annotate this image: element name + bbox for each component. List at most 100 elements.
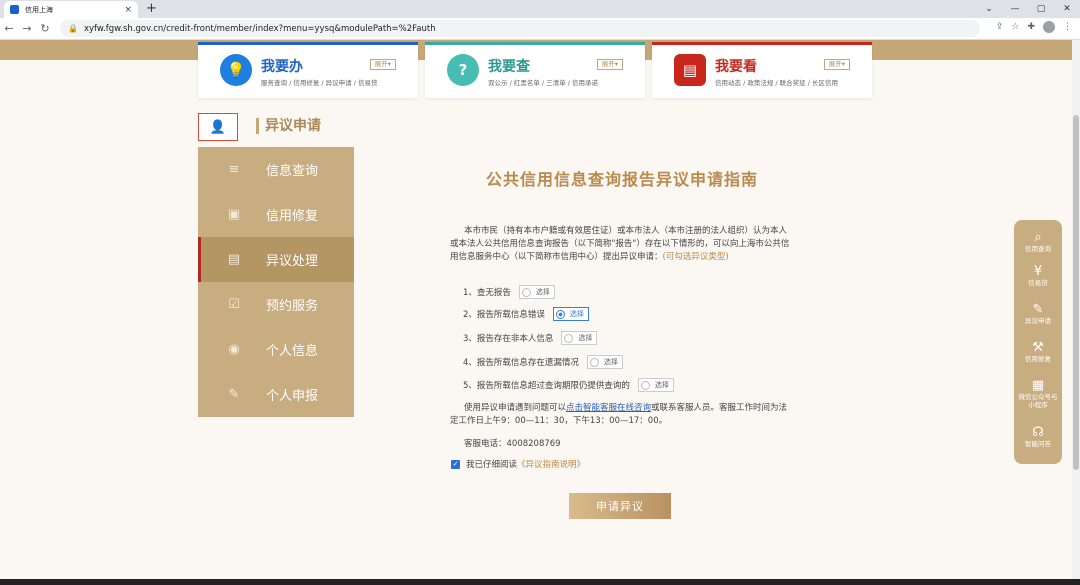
radio-icon [589,357,599,367]
card-title: 我要办 [261,59,303,75]
card-kan[interactable]: ▤ 我要看 信用动态 / 政策法规 / 联合奖惩 / 长区信用 展开▾ [652,42,872,98]
lock-icon: 🔒 [68,24,78,33]
option-3: 3、报告存在非本人信息 选择 [463,331,598,345]
card-subtitle: 服务查询 / 信用修复 / 异议申请 / 信易贷 [261,79,378,87]
float-label: 信用修复 [1025,355,1051,363]
option-select-label: 选择 [535,288,550,296]
sidebar-item-info-query[interactable]: ≡ 信息查询 [198,147,354,192]
sidebar: ≡ 信息查询 ▣ 信用修复 ▤ 异议处理 ☑ 预约服务 ◉ 个人信息 ✎ 个人申… [198,147,354,417]
option-select-label: 选择 [654,381,669,389]
scrollbar-thumb[interactable] [1073,115,1079,470]
float-label: 智能问答 [1025,440,1051,448]
card-chaxun[interactable]: ? 我要查 双公示 / 红黑名单 / 三清单 / 信用承诺 展开▾ [425,42,645,98]
option-label: 4、报告所载信息存在遗漏情况 [463,358,579,368]
maximize-button[interactable]: ▢ [1028,0,1054,18]
browser-tab[interactable]: 信用上海 × [4,1,138,18]
sidebar-item-personal-info[interactable]: ◉ 个人信息 [198,327,354,372]
profile-avatar[interactable] [1043,21,1055,33]
book-icon: ▤ [674,54,706,86]
address-bar: ← → ↻ 🔒 xyfw.fgw.sh.gov.cn/credit-front/… [0,18,1080,40]
option-2: 2、报告所载信息错误 选择 [463,307,589,321]
search-doc-icon: ⌕ [1034,230,1042,245]
option-4: 4、报告所载信息存在遗漏情况 选择 [463,355,623,369]
reload-icon[interactable]: ↻ [36,22,54,35]
option-label: 3、报告存在非本人信息 [463,334,554,344]
user-circle-icon: ◉ [228,342,240,357]
expand-button[interactable]: 展开▾ [369,59,396,70]
id-card-icon: ▣ [227,207,241,222]
minimize-button[interactable]: — [1002,0,1028,18]
qrcode-icon: ▦ [1031,378,1045,393]
url-field[interactable]: 🔒 xyfw.fgw.sh.gov.cn/credit-front/member… [60,20,980,37]
option-select[interactable]: 选择 [637,378,674,392]
float-label: 异议申请 [1025,317,1051,325]
expand-button[interactable]: 展开▾ [596,59,623,70]
online-support-link[interactable]: 点击智能客服在线咨询 [566,403,651,413]
guide-link[interactable]: 《异议指南说明》 [517,458,585,470]
float-credit-query[interactable]: ⌕ 信用查询 [1014,230,1062,253]
option-select[interactable]: 选择 [518,285,555,299]
card-title: 我要查 [488,59,530,75]
sidebar-item-label: 异议处理 [266,254,319,269]
browser-tabbar: 信用上海 × + ⌄ — ▢ ✕ [0,0,1080,18]
window-controls: ⌄ — ▢ ✕ [976,0,1080,18]
option-select-label: 选择 [578,334,593,342]
question-icon: ? [447,54,479,86]
sidebar-item-appointment[interactable]: ☑ 预约服务 [198,282,354,327]
close-tab-icon[interactable]: × [124,5,132,15]
share-icon[interactable]: ⇪ [996,22,1004,32]
back-icon[interactable]: ← [0,22,18,35]
agreement: ✓ 我已仔细阅读 《异议指南说明》 [451,458,585,470]
option-select-label: 选择 [569,310,584,318]
submit-objection-button[interactable]: 申请异议 [569,493,671,519]
agree-checkbox[interactable]: ✓ [451,459,460,469]
forward-icon[interactable]: → [18,22,36,35]
sidebar-item-label: 个人申报 [266,389,319,404]
float-label: 信用查询 [1025,245,1051,253]
page-scrollbar[interactable] [1072,40,1080,585]
agree-label: 我已仔细阅读 [466,460,518,470]
option-select[interactable]: 选择 [552,307,589,321]
sidebar-item-credit-repair[interactable]: ▣ 信用修复 [198,192,354,237]
option-label: 2、报告所载信息错误 [463,310,545,320]
card-title: 我要看 [715,59,757,75]
card-subtitle: 信用动态 / 政策法规 / 联合奖惩 / 长区信用 [715,79,838,87]
service-phone: 客服电话：4008208769 [464,439,561,449]
page-title: 公共信用信息查询报告异议申请指南 [486,170,759,189]
intro-text: 本市市民（持有本市户籍或有效居住证）或本市法人（本市注册的法人组织）认为本人或本… [450,225,790,264]
favicon-icon [10,5,19,14]
sidebar-item-label: 信息查询 [266,164,319,179]
browser-menu-icon[interactable]: ⋮ [1063,22,1072,32]
edit-icon: ✎ [228,387,240,402]
help-text: 使用异议申请遇到问题可以点击智能客服在线咨询或联系客服人员。客服工作时间为法定工… [450,402,795,428]
browser-tools: ⇪ ☆ ✚ ⋮ [996,21,1072,33]
card-accent [652,42,872,45]
close-window-button[interactable]: ✕ [1054,0,1080,18]
bookmark-star-icon[interactable]: ☆ [1011,22,1019,32]
sidebar-item-label: 预约服务 [266,299,319,314]
float-repair[interactable]: ⚒ 信用修复 [1014,340,1062,363]
sidebar-item-personal-declare[interactable]: ✎ 个人申报 [198,372,354,417]
expand-button[interactable]: 展开▾ [823,59,850,70]
help-pre: 使用异议申请遇到问题可以 [464,403,567,413]
option-select[interactable]: 选择 [561,331,598,345]
taskbar-edge [0,579,1080,585]
option-select[interactable]: 选择 [586,355,623,369]
float-objection[interactable]: ✎ 异议申请 [1014,302,1062,325]
card-banli[interactable]: 💡 我要办 服务查询 / 信用修复 / 异议申请 / 信易贷 展开▾ [198,42,418,98]
float-loan[interactable]: ¥ 信易贷 [1014,264,1062,287]
extensions-icon[interactable]: ✚ [1027,22,1035,32]
tab-title: 信用上海 [25,5,53,14]
float-wechat[interactable]: ▦ 微信公众号与小程序 [1014,378,1062,409]
tab-search-icon[interactable]: ⌄ [976,0,1002,18]
headset-icon: ☊ [1032,425,1044,440]
float-smart-qa[interactable]: ☊ 智能问答 [1014,425,1062,448]
radio-icon [564,333,574,343]
edit-doc-icon: ✎ [1032,302,1044,317]
calendar-check-icon: ☑ [228,297,240,312]
sidebar-item-objection[interactable]: ▤ 异议处理 [198,237,354,282]
float-label: 微信公众号与小程序 [1018,393,1058,409]
loan-icon: ¥ [1033,264,1043,279]
intro-hint: (可勾选异议类型) [662,252,729,262]
new-tab-button[interactable]: + [146,1,157,16]
